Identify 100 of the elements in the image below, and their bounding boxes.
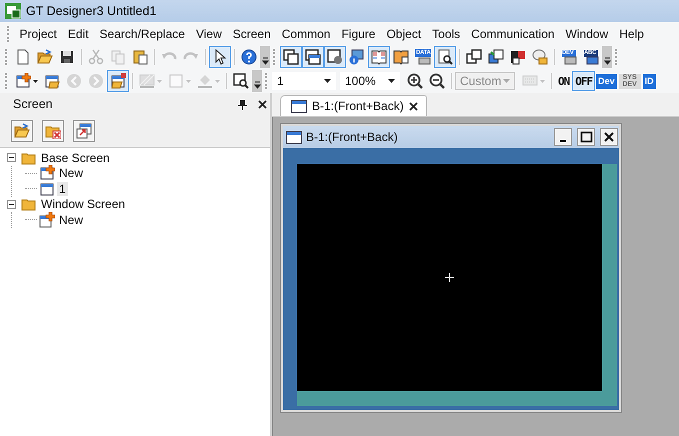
tree-item[interactable]: 1 (57, 182, 68, 196)
menu-item[interactable]: View (190, 26, 228, 40)
new-window-icon (76, 123, 92, 139)
preview-icon (437, 49, 453, 65)
book-icon (371, 49, 387, 65)
caret-icon (604, 57, 610, 65)
dropdown-field[interactable]: 100% (340, 72, 400, 90)
toolbar-button[interactable]: ID (642, 74, 656, 88)
zoom-in-icon (407, 73, 423, 89)
close-icon (408, 102, 418, 110)
toolbar-button[interactable]: Dev (596, 74, 617, 88)
toolbar-button[interactable] (107, 70, 129, 92)
tree-item[interactable]: New (57, 212, 86, 227)
new-screen-icon (39, 165, 55, 182)
window-icon (291, 99, 307, 113)
pin-icon (238, 98, 246, 110)
paint-bucket-icon (197, 73, 213, 89)
menu-item[interactable]: Tools (426, 26, 466, 40)
menu-item[interactable]: Figure (336, 26, 381, 40)
minimize-button[interactable] (554, 128, 572, 146)
cut-icon (88, 49, 104, 65)
caret-icon (324, 79, 331, 83)
minimize-icon (560, 140, 566, 142)
menu-item[interactable]: Common (276, 26, 336, 40)
crosshair-icon (445, 273, 454, 282)
menu-item[interactable]: Window (560, 26, 614, 40)
new-window-screen-icon (39, 212, 55, 228)
zoom-window-icon (233, 73, 249, 89)
open-screen-icon (44, 73, 60, 89)
open-folder-icon (14, 123, 30, 139)
copy-icon (110, 49, 126, 65)
caret-icon (186, 80, 191, 82)
close-button[interactable] (600, 128, 618, 146)
save-icon (59, 49, 75, 65)
maximize-button[interactable] (577, 128, 595, 146)
expander-button[interactable] (7, 200, 16, 209)
speech-bubble-icon (532, 49, 548, 65)
toolbar-button[interactable] (280, 46, 302, 68)
menu-item[interactable]: Object (380, 26, 427, 40)
caret-icon (388, 79, 395, 83)
app-icon (5, 3, 21, 19)
caret-icon (33, 80, 38, 82)
tree-item[interactable]: Base Screen (39, 150, 112, 165)
paste-icon (132, 49, 148, 65)
square-icon (168, 73, 184, 89)
toolbar-button[interactable]: ON (555, 71, 572, 91)
caret-icon (215, 80, 220, 82)
toolbar-overflow-button[interactable] (260, 46, 270, 68)
book-icon (393, 49, 409, 65)
hatch-icon (139, 73, 155, 89)
menu-item[interactable]: Communication (466, 26, 560, 40)
screen-icon (39, 180, 55, 197)
tree-item[interactable]: New (57, 166, 86, 180)
toolbar-button[interactable] (209, 46, 231, 68)
toolbar-button[interactable]: OFF (572, 71, 596, 91)
document-tab[interactable]: B-1:(Front+Back) (280, 95, 427, 116)
screens-icon (283, 49, 299, 65)
windows-icon (510, 49, 526, 65)
caret-icon (254, 81, 260, 89)
panel-title: Screen (13, 97, 54, 111)
toolbar-button[interactable] (434, 46, 456, 68)
window-title: GT Designer3 Untitled1 (26, 4, 156, 18)
window-icon (286, 130, 302, 144)
close-icon (602, 130, 616, 144)
folder-icon (37, 49, 53, 65)
panel-tool-button[interactable] (73, 120, 95, 142)
toolbar-overflow-button[interactable] (252, 70, 262, 92)
toolbar-button[interactable] (302, 46, 324, 68)
panel-tool-button[interactable] (11, 120, 33, 142)
close-icon (258, 100, 266, 108)
caret-icon (157, 80, 162, 82)
tree-item[interactable]: Window Screen (39, 197, 128, 212)
new-screen-icon (15, 73, 31, 89)
maximize-icon (579, 130, 593, 144)
toolbar-button[interactable] (368, 46, 390, 68)
toolbar-button[interactable] (324, 46, 346, 68)
forward-icon (88, 73, 104, 89)
window-title: B-1:(Front+Back) (306, 130, 399, 144)
menu-item[interactable]: Search/Replace (94, 26, 190, 40)
caret-icon (540, 80, 545, 82)
menu-item[interactable]: Screen (227, 26, 276, 40)
folder-screen-icon (110, 73, 126, 89)
expander-button[interactable] (7, 153, 16, 162)
windows-icon (466, 49, 482, 65)
caret-icon (262, 57, 268, 65)
window-screen-icon (305, 49, 321, 65)
zoom-out-icon (429, 73, 445, 89)
caret-icon (503, 79, 510, 83)
help-icon (241, 49, 257, 65)
menu-item[interactable]: Edit (62, 26, 94, 40)
toolbar-overflow-button[interactable] (602, 46, 612, 68)
dropdown-field[interactable]: 1 (272, 72, 336, 90)
windows-icon (488, 49, 504, 65)
panel-tool-button[interactable] (42, 120, 64, 142)
menu-item[interactable]: Project (14, 26, 62, 40)
document-icon (15, 49, 31, 65)
close-button[interactable] (256, 98, 268, 110)
pin-button[interactable] (236, 98, 248, 110)
back-icon (66, 73, 82, 89)
menu-item[interactable]: Help (614, 26, 650, 40)
